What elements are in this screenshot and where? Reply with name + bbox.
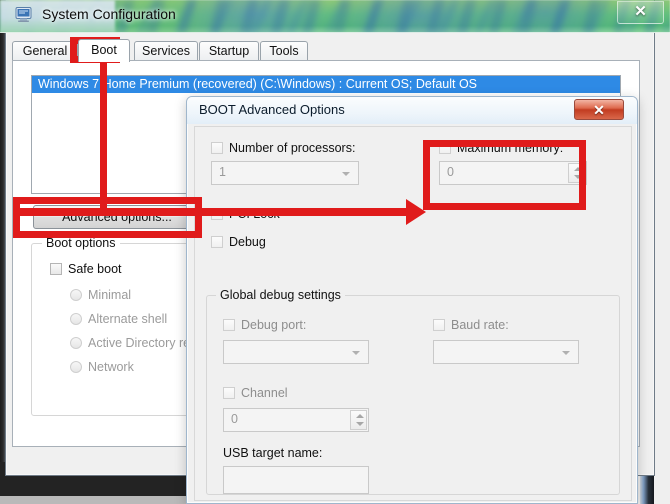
tab-services[interactable]: Services: [134, 41, 198, 61]
debug-port-dropdown[interactable]: [223, 340, 369, 364]
baud-rate-checkbox[interactable]: Baud rate:: [433, 318, 509, 332]
baud-rate-dropdown[interactable]: [433, 340, 579, 364]
chevron-down-icon: [342, 172, 350, 176]
radio-active-directory-repair[interactable]: Active Directory re: [70, 336, 190, 350]
global-debug-settings-group: Global debug settings Debug port: Baud r…: [206, 288, 620, 495]
radio-network[interactable]: Network: [70, 360, 134, 374]
tab-strip: General Boot Services Startup Tools: [12, 39, 640, 62]
number-of-processors-dropdown[interactable]: 1: [211, 161, 359, 185]
radio-icon: [70, 313, 82, 325]
titlebar-separator: [0, 32, 670, 33]
desktop-bottom-band: [0, 496, 186, 504]
boot-entry-row[interactable]: Windows 7 Home Premium (recovered) (C:\W…: [32, 76, 620, 93]
safe-boot-checkbox[interactable]: Safe boot: [50, 262, 122, 276]
chevron-down-icon: [352, 351, 360, 355]
dialog-close-button[interactable]: ✕: [574, 99, 624, 120]
radio-alternate-shell-label: Alternate shell: [88, 312, 168, 326]
radio-icon: [70, 337, 82, 349]
radio-minimal-label: Minimal: [88, 288, 132, 302]
safe-boot-label: Safe boot: [68, 262, 122, 276]
annotation-box-maximum-memory: [423, 140, 586, 210]
radio-minimal[interactable]: Minimal: [70, 288, 131, 302]
debug-port-label: Debug port:: [241, 318, 307, 332]
checkbox-icon: [211, 236, 223, 248]
channel-stepper[interactable]: 0: [223, 408, 369, 432]
debug-port-checkbox[interactable]: Debug port:: [223, 318, 306, 332]
checkbox-icon: [433, 319, 445, 331]
debug-label: Debug: [229, 235, 266, 249]
tab-startup[interactable]: Startup: [199, 41, 259, 61]
debug-checkbox[interactable]: Debug: [211, 235, 266, 249]
checkbox-icon: [223, 319, 235, 331]
usb-target-name-input[interactable]: [223, 466, 369, 494]
chevron-down-icon: [562, 351, 570, 355]
boot-options-legend: Boot options: [42, 236, 120, 250]
window-title: System Configuration: [42, 6, 176, 22]
stepper-up-icon[interactable]: [356, 414, 364, 418]
radio-active-directory-label: Active Directory re: [88, 336, 191, 350]
screenshot-root: System Configuration ✕ General Boot Serv…: [0, 0, 670, 504]
number-of-processors-checkbox[interactable]: Number of processors:: [211, 141, 355, 155]
number-of-processors-value: 1: [219, 165, 226, 179]
checkbox-icon: [223, 387, 235, 399]
dialog-title: BOOT Advanced Options: [199, 102, 345, 117]
radio-icon: [70, 361, 82, 373]
radio-alternate-shell[interactable]: Alternate shell: [70, 312, 167, 326]
annotation-box-advanced-options: [13, 197, 202, 238]
stepper-down-icon[interactable]: [356, 422, 364, 426]
tab-tools[interactable]: Tools: [260, 41, 308, 61]
annotation-connector-vertical: [100, 63, 107, 215]
tab-general[interactable]: General: [12, 41, 78, 61]
checkbox-icon: [50, 263, 62, 275]
window-close-button[interactable]: ✕: [617, 1, 664, 24]
tab-boot[interactable]: Boot: [78, 39, 130, 62]
checkbox-icon: [211, 142, 223, 154]
radio-network-label: Network: [88, 360, 134, 374]
channel-label: Channel: [241, 386, 288, 400]
baud-rate-label: Baud rate:: [451, 318, 509, 332]
stepper-buttons[interactable]: [350, 410, 367, 430]
global-debug-settings-legend: Global debug settings: [216, 288, 345, 302]
usb-target-name-label: USB target name:: [223, 446, 323, 460]
radio-icon: [70, 289, 82, 301]
system-configuration-icon: [15, 6, 33, 23]
number-of-processors-label: Number of processors:: [229, 141, 356, 155]
channel-checkbox[interactable]: Channel: [223, 386, 288, 400]
window-titlebar: System Configuration ✕: [0, 0, 670, 33]
annotation-arrow-shaft: [13, 208, 418, 216]
channel-value: 0: [231, 412, 238, 426]
